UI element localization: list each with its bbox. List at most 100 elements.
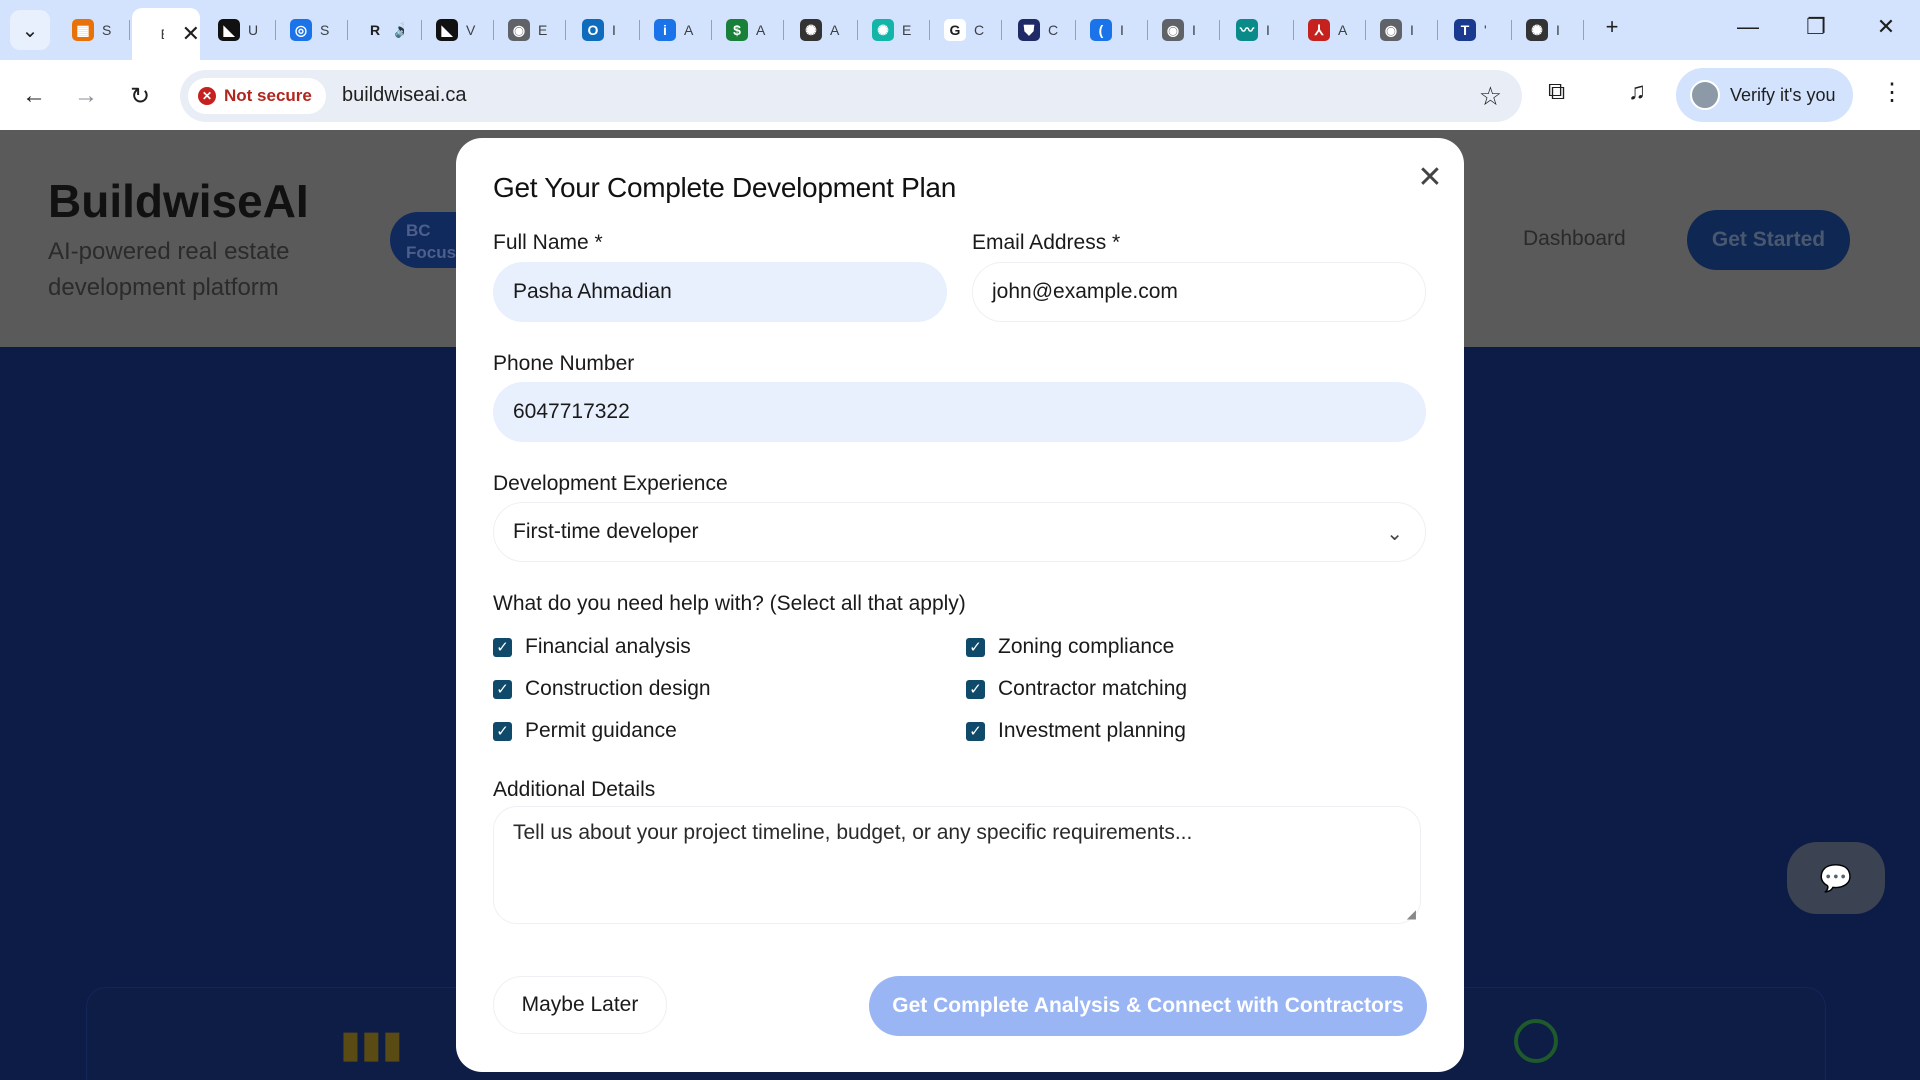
browser-tab[interactable]: OI bbox=[568, 12, 640, 48]
checkbox-zoning-compliance[interactable]: ✓ Zoning compliance bbox=[966, 635, 1174, 659]
tab-title: E bbox=[902, 22, 912, 38]
checkbox-checked-icon[interactable]: ✓ bbox=[966, 679, 985, 699]
tab-divider bbox=[1219, 20, 1220, 40]
checkbox-construction-design[interactable]: ✓ Construction design bbox=[493, 677, 711, 701]
security-chip[interactable]: ✕ Not secure bbox=[188, 78, 326, 114]
checkbox-checked-icon[interactable]: ✓ bbox=[493, 679, 512, 699]
details-textarea[interactable]: Tell us about your project timeline, bud… bbox=[493, 806, 1421, 924]
checkbox-permit-guidance[interactable]: ✓ Permit guidance bbox=[493, 719, 677, 743]
browser-tab[interactable]: ▦ S bbox=[58, 12, 130, 48]
openai-teal-icon: ✺ bbox=[872, 19, 894, 41]
browser-tab[interactable]: T ' bbox=[1440, 12, 1512, 48]
close-window-button[interactable]: ✕ bbox=[1866, 14, 1906, 40]
tagline: AI-powered real estate development platf… bbox=[48, 238, 290, 301]
checkbox-label: Financial analysis bbox=[525, 635, 691, 658]
tab-title: I bbox=[612, 22, 616, 38]
browser-tab[interactable]: ◣ V bbox=[422, 12, 494, 48]
checkbox-investment-planning[interactable]: ✓ Investment planning bbox=[966, 719, 1186, 743]
tab-strip: ⌄ ▦SE✕◣U◎SR🔊◣V◉EOIiA$A✺A✺EGC⛊C(I◉I〰I⅄A◉I… bbox=[0, 0, 1920, 60]
url-text[interactable]: buildwiseai.ca bbox=[342, 84, 467, 107]
new-tab-button[interactable]: + bbox=[1592, 14, 1632, 40]
tab-divider bbox=[129, 20, 130, 40]
check-circle-icon bbox=[1514, 1019, 1558, 1063]
email-label: Email Address * bbox=[972, 231, 1121, 254]
tixfus-icon: T bbox=[1454, 19, 1476, 41]
maybe-later-button[interactable]: Maybe Later bbox=[493, 976, 667, 1034]
chrome-icon: ◉ bbox=[1380, 19, 1402, 41]
bookmark-star-icon[interactable]: ☆ bbox=[1479, 81, 1502, 112]
checkbox-label: Investment planning bbox=[998, 719, 1186, 742]
phone-label: Phone Number bbox=[493, 352, 635, 375]
forward-button[interactable]: → bbox=[68, 78, 104, 114]
tab-search-button[interactable]: ⌄ bbox=[10, 10, 50, 50]
submit-analysis-button[interactable]: Get Complete Analysis & Connect with Con… bbox=[869, 976, 1427, 1036]
restore-button[interactable]: ❐ bbox=[1796, 14, 1836, 40]
tab-title: E bbox=[161, 26, 164, 42]
tab-title: 🔊 bbox=[394, 21, 404, 38]
dollar-icon: $ bbox=[726, 19, 748, 41]
profile-button[interactable]: Verify it's you bbox=[1676, 68, 1854, 122]
checkbox-financial-analysis[interactable]: ✓ Financial analysis bbox=[493, 635, 691, 659]
chevron-down-icon: ⌄ bbox=[1386, 523, 1403, 545]
browser-tab[interactable]: ◎ S bbox=[276, 12, 348, 48]
back-button[interactable]: ← bbox=[16, 78, 52, 114]
close-icon[interactable]: ✕ bbox=[1412, 160, 1448, 195]
more-menu-icon[interactable]: ⋮ bbox=[1880, 78, 1904, 107]
email-field[interactable]: john@example.com bbox=[972, 262, 1426, 322]
close-tab-icon[interactable]: ✕ bbox=[182, 21, 200, 47]
browser-tab[interactable]: ◉ I bbox=[1366, 12, 1438, 48]
warning-icon: ✕ bbox=[198, 87, 216, 105]
checkbox-checked-icon[interactable]: ✓ bbox=[966, 637, 985, 657]
address-bar[interactable]: ✕ Not secure buildwiseai.ca ☆ bbox=[180, 70, 1522, 122]
framer-icon: ◣ bbox=[436, 19, 458, 41]
openai-icon: ✺ bbox=[800, 19, 822, 41]
tab-title: A bbox=[756, 22, 766, 38]
browser-tab[interactable]: ⛊ C bbox=[1004, 12, 1076, 48]
checkbox-contractor-matching[interactable]: ✓ Contractor matching bbox=[966, 677, 1187, 701]
full-name-input[interactable]: Pasha Ahmadian bbox=[493, 262, 947, 322]
minimize-button[interactable]: — bbox=[1728, 14, 1768, 40]
grid-app-icon: ▦ bbox=[72, 19, 94, 41]
brand-logo[interactable]: BuildwiseAI bbox=[48, 174, 309, 228]
phone-input[interactable]: 6047717322 bbox=[493, 382, 1426, 442]
letter-r-icon: R bbox=[364, 19, 386, 41]
checkbox-checked-icon[interactable]: ✓ bbox=[493, 637, 512, 657]
browser-tab[interactable]: 〰 I bbox=[1222, 12, 1294, 48]
browser-tab[interactable]: ✺ E bbox=[858, 12, 930, 48]
reload-button[interactable]: ↻ bbox=[122, 78, 158, 114]
resize-handle-icon[interactable]: ◢ bbox=[1407, 907, 1416, 921]
chat-button[interactable]: 💬 bbox=[1787, 842, 1885, 914]
tab-title: C bbox=[974, 22, 984, 38]
openai-icon: ✺ bbox=[1526, 19, 1548, 41]
browser-tab[interactable]: ✺ I bbox=[1512, 12, 1584, 48]
checkbox-checked-icon[interactable]: ✓ bbox=[493, 721, 512, 741]
browser-tab[interactable]: (I bbox=[1076, 12, 1148, 48]
info-icon: i bbox=[654, 19, 676, 41]
help-label: What do you need help with? (Select all … bbox=[493, 592, 966, 615]
experience-select[interactable]: First-time developer ⌄ bbox=[493, 502, 1426, 562]
page-icon bbox=[146, 23, 153, 45]
outlook-icon: O bbox=[582, 19, 604, 41]
media-control-icon[interactable]: ♫ bbox=[1628, 78, 1646, 106]
get-started-button[interactable]: Get Started bbox=[1687, 210, 1850, 270]
browser-tab[interactable]: ✺ A bbox=[786, 12, 858, 48]
browser-tab[interactable]: iA bbox=[640, 12, 712, 48]
browser-tab[interactable]: ⅄ A bbox=[1294, 12, 1366, 48]
chrome-icon: ◉ bbox=[1162, 19, 1184, 41]
experience-selected-value: First-time developer bbox=[513, 520, 699, 543]
browser-tab[interactable]: GC bbox=[930, 12, 1002, 48]
browser-tab[interactable]: ◣ U bbox=[204, 12, 276, 48]
browser-tab[interactable]: E✕ bbox=[132, 8, 200, 60]
full-name-label: Full Name * bbox=[493, 231, 603, 254]
checkbox-checked-icon[interactable]: ✓ bbox=[966, 721, 985, 741]
extensions-icon[interactable]: ⧉ bbox=[1548, 78, 1565, 106]
development-plan-modal: ✕ Get Your Complete Development Plan Ful… bbox=[456, 138, 1464, 1072]
tab-title: A bbox=[1338, 22, 1348, 38]
globe-icon: ◉ bbox=[508, 19, 530, 41]
browser-tab[interactable]: ◉ I bbox=[1148, 12, 1220, 48]
tab-divider bbox=[1001, 20, 1002, 40]
browser-tab[interactable]: ◉ E bbox=[494, 12, 566, 48]
browser-tab[interactable]: R 🔊 bbox=[350, 12, 422, 48]
browser-tab[interactable]: $ A bbox=[712, 12, 784, 48]
nav-dashboard[interactable]: Dashboard bbox=[1523, 227, 1626, 251]
